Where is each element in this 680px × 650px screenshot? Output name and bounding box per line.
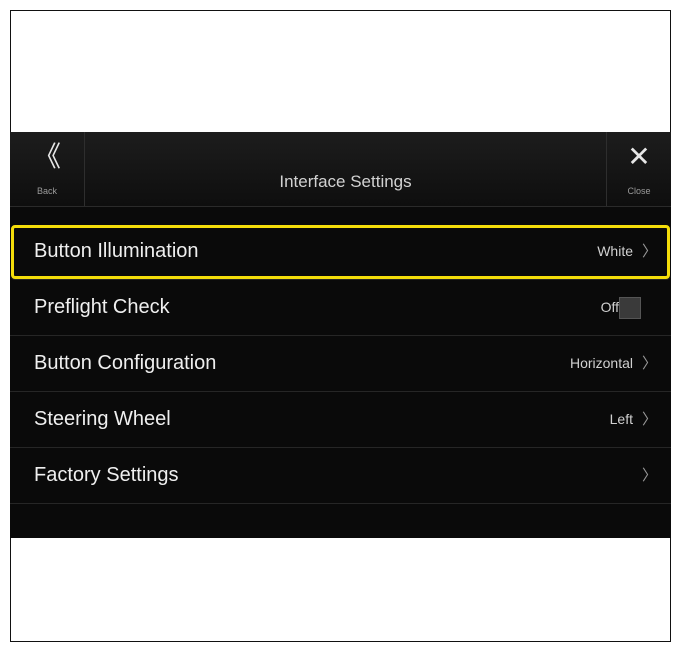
close-icon: ✕ bbox=[627, 141, 651, 172]
setting-steering-wheel[interactable]: Steering Wheel Left 〉 bbox=[10, 392, 671, 448]
setting-value: Horizontal bbox=[569, 355, 633, 371]
chevron-right-icon: 〉 bbox=[641, 467, 657, 484]
setting-label: Preflight Check bbox=[34, 296, 170, 318]
close-button[interactable]: ✕ Close bbox=[606, 132, 671, 206]
setting-label: Steering Wheel bbox=[34, 408, 171, 430]
setting-label: Button Configuration bbox=[34, 352, 217, 374]
setting-value: White bbox=[597, 243, 633, 259]
header-bar: 《 Back Interface Settings ✕ Close bbox=[10, 132, 671, 207]
back-label: Back bbox=[36, 186, 57, 196]
page-title: Interface Settings bbox=[279, 172, 412, 191]
setting-label: Factory Settings bbox=[34, 464, 179, 486]
setting-label: Button Illumination bbox=[34, 240, 199, 262]
settings-list: Button Illumination White 〉 Preflight Ch… bbox=[10, 224, 671, 504]
setting-value: Left bbox=[609, 411, 633, 427]
chevron-right-icon: 〉 bbox=[641, 243, 657, 260]
setting-preflight-check[interactable]: Preflight Check Off bbox=[10, 280, 671, 336]
settings-screen: 《 Back Interface Settings ✕ Close Button… bbox=[10, 132, 671, 538]
chevron-right-icon: 〉 bbox=[641, 355, 657, 372]
toggle-checkbox[interactable] bbox=[619, 297, 641, 319]
back-button[interactable]: 《 Back bbox=[10, 132, 85, 206]
double-chevron-left-icon: 《 bbox=[32, 141, 61, 172]
chevron-right-icon: 〉 bbox=[641, 411, 657, 428]
close-label: Close bbox=[627, 186, 651, 196]
setting-value: Off bbox=[600, 299, 619, 315]
setting-button-illumination[interactable]: Button Illumination White 〉 bbox=[10, 224, 671, 280]
setting-button-configuration[interactable]: Button Configuration Horizontal 〉 bbox=[10, 336, 671, 392]
setting-factory-settings[interactable]: Factory Settings 〉 bbox=[10, 448, 671, 504]
